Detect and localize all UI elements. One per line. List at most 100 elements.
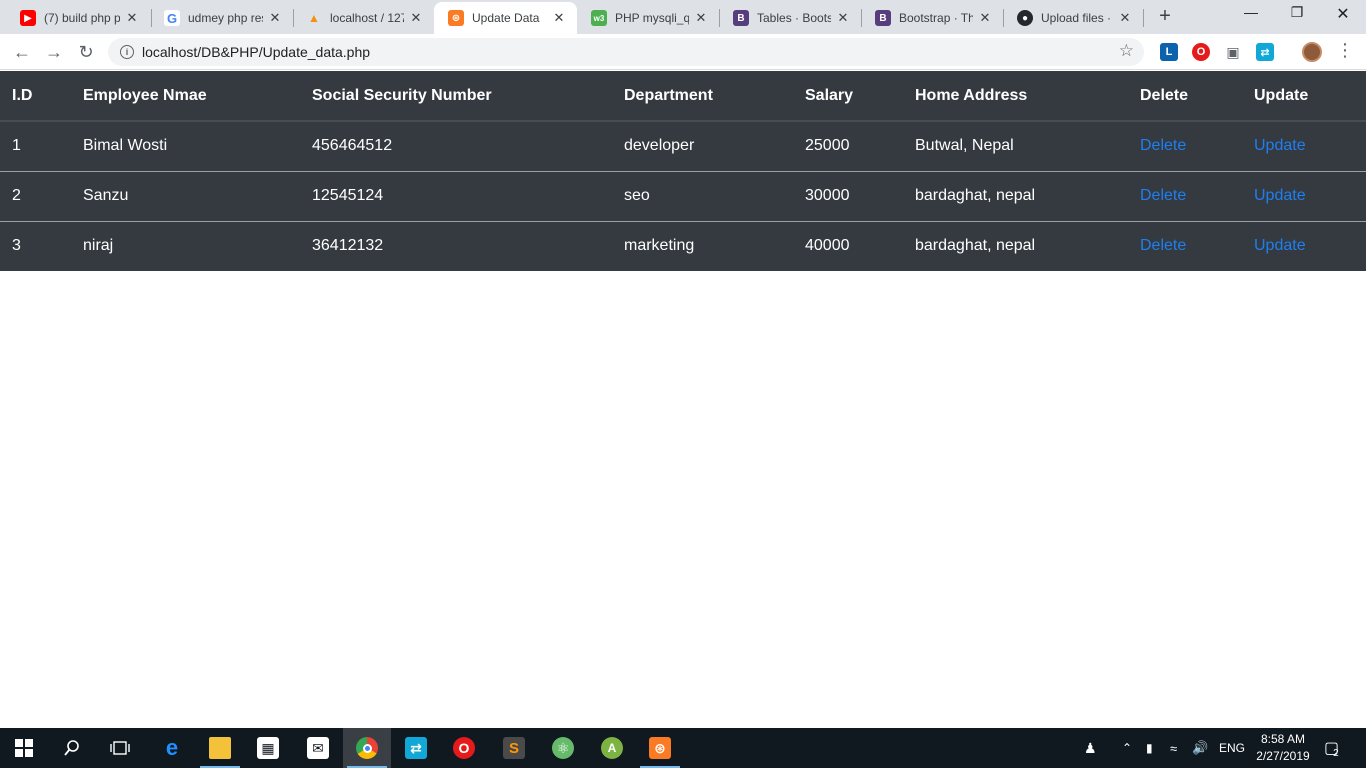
reload-icon[interactable]: ↻ (74, 40, 98, 64)
url-text: localhost/DB&PHP/Update_data.php (142, 44, 371, 60)
sublime-text-icon[interactable]: S (490, 728, 538, 768)
close-icon[interactable]: ✕ (408, 10, 424, 26)
people-icon[interactable]: ♟ (1084, 728, 1097, 768)
header-salary: Salary (793, 71, 903, 122)
teamviewer-icon[interactable]: ⇄ (392, 728, 440, 768)
cell-update: Update (1242, 121, 1366, 171)
cell-salary: 30000 (793, 170, 903, 221)
cell-id: 2 (0, 170, 71, 221)
close-icon[interactable]: ✕ (977, 10, 993, 26)
windows-taskbar: e ▦ ✉ ⇄ O S ⚛ A ⊛ ♟ ⌃ ▮ ≈ 🔊 ENG 8:58 AM … (0, 728, 1366, 768)
cell-name: Sanzu (71, 170, 300, 221)
close-icon[interactable]: ✕ (124, 10, 140, 26)
restore-icon[interactable]: ❐ (1274, 4, 1320, 21)
teamviewer-extension-icon[interactable]: ⇄ (1256, 43, 1274, 61)
battery-icon[interactable]: ▮ (1146, 728, 1153, 768)
cell-salary: 25000 (805, 137, 850, 155)
file-explorer-icon[interactable] (196, 728, 244, 768)
cell-delete: Delete (1128, 220, 1242, 271)
header-department: Department (612, 71, 793, 122)
xampp-icon[interactable]: ⊛ (636, 728, 684, 768)
header-home-address: Home Address (903, 71, 1128, 122)
tab-title: (7) build php p (44, 11, 120, 25)
delete-link[interactable]: Delete (1140, 187, 1186, 204)
system-clock[interactable]: 8:58 AM 2/27/2019 (1248, 731, 1318, 765)
task-view-icon[interactable] (96, 728, 144, 768)
browser-tab-0[interactable]: ▶ (7) build php p ✕ (6, 2, 150, 34)
tab-separator (1143, 9, 1144, 27)
search-icon[interactable] (48, 728, 96, 768)
volume-icon[interactable]: 🔊 (1192, 728, 1208, 768)
extension-l-icon[interactable]: L (1160, 43, 1178, 61)
xampp-icon: ⊛ (448, 10, 464, 26)
screen-capture-icon[interactable]: ▣ (1224, 43, 1242, 61)
cell-department: developer (624, 137, 695, 155)
browser-tab-6[interactable]: B Bootstrap · The ✕ (861, 2, 1003, 34)
language-indicator[interactable]: ENG (1219, 728, 1245, 768)
tab-title: Upload files · G (1041, 11, 1113, 25)
minimize-icon[interactable]: — (1228, 4, 1274, 20)
browser-tab-7[interactable]: ● Upload files · G ✕ (1003, 2, 1143, 34)
browser-tab-3-active[interactable]: ⊛ Update Data ✕ (434, 2, 577, 34)
close-icon[interactable]: ✕ (1117, 10, 1133, 26)
header-ssn: Social Security Number (300, 71, 612, 122)
update-link[interactable]: Update (1254, 187, 1306, 204)
tab-title: localhost / 127. (330, 11, 404, 25)
tab-title: udmey php res (188, 11, 263, 25)
android-studio-icon[interactable]: A (588, 728, 636, 768)
update-link[interactable]: Update (1254, 137, 1306, 154)
more-menu-icon[interactable]: ⋮ (1336, 40, 1354, 61)
table-header-row: I.D Employee Nmae Social Security Number… (0, 71, 1366, 122)
update-link[interactable]: Update (1254, 237, 1306, 254)
wifi-icon[interactable]: ≈ (1170, 728, 1177, 768)
header-delete: Delete (1128, 71, 1242, 122)
page-content: I.D Employee Nmae Social Security Number… (0, 71, 1366, 728)
browser-tab-4[interactable]: w3 PHP mysqli_qu ✕ (577, 2, 719, 34)
tab-title: Tables · Bootst (757, 11, 831, 25)
close-icon[interactable]: ✕ (693, 10, 709, 26)
address-bar[interactable]: i localhost/DB&PHP/Update_data.php ☆ (108, 38, 1144, 66)
chevron-up-icon[interactable]: ⌃ (1122, 728, 1132, 768)
cell-id: 1 (12, 137, 21, 155)
browser-tab-1[interactable]: G udmey php res ✕ (150, 2, 293, 34)
github-icon: ● (1017, 10, 1033, 26)
notification-badge: 2 (1333, 747, 1339, 759)
cell-address: bardaghat, nepal (903, 220, 1128, 271)
delete-link[interactable]: Delete (1140, 237, 1186, 254)
tab-title: Update Data (472, 11, 540, 25)
site-info-icon[interactable]: i (120, 45, 134, 59)
windows-start-icon[interactable] (0, 728, 48, 768)
new-tab-button[interactable]: + (1154, 5, 1176, 28)
cell-name: Bimal Wosti (83, 137, 168, 155)
opera-extension-icon[interactable]: O (1192, 43, 1210, 61)
browser-tab-2[interactable]: ▲ localhost / 127. ✕ (292, 2, 434, 34)
clock-date: 2/27/2019 (1256, 749, 1310, 763)
profile-avatar[interactable] (1302, 42, 1322, 62)
store-icon[interactable]: ▦ (244, 728, 292, 768)
browser-toolbar: ← → ↻ i localhost/DB&PHP/Update_data.php… (0, 34, 1366, 70)
browser-tab-5[interactable]: B Tables · Bootst ✕ (719, 2, 861, 34)
chrome-icon[interactable] (343, 728, 391, 768)
back-arrow-icon[interactable]: ← (10, 40, 34, 64)
bootstrap-icon: B (733, 10, 749, 26)
tab-title: PHP mysqli_qu (615, 11, 689, 25)
bookmark-star-icon[interactable]: ☆ (1119, 41, 1134, 61)
close-icon[interactable]: ✕ (267, 10, 283, 26)
cell-id: 3 (0, 220, 71, 271)
atom-icon[interactable]: ⚛ (539, 728, 587, 768)
close-icon[interactable]: ✕ (551, 10, 567, 26)
window-close-icon[interactable]: ✕ (1320, 4, 1366, 24)
delete-link[interactable]: Delete (1140, 137, 1186, 154)
table-row: 2 Sanzu 12545124 seo 30000 bardaghat, ne… (0, 170, 1366, 221)
edge-icon[interactable]: e (148, 728, 196, 768)
cell-department: marketing (612, 220, 793, 271)
youtube-icon: ▶ (20, 10, 36, 26)
employee-table: I.D Employee Nmae Social Security Number… (0, 71, 1366, 271)
cell-update: Update (1242, 170, 1366, 221)
mail-icon[interactable]: ✉ (294, 728, 342, 768)
opera-icon[interactable]: O (440, 728, 488, 768)
notification-center-icon[interactable]: ▢ 2 (1324, 728, 1339, 768)
close-icon[interactable]: ✕ (835, 10, 851, 26)
cell-delete: Delete (1128, 121, 1242, 171)
forward-arrow-icon[interactable]: → (42, 40, 66, 64)
